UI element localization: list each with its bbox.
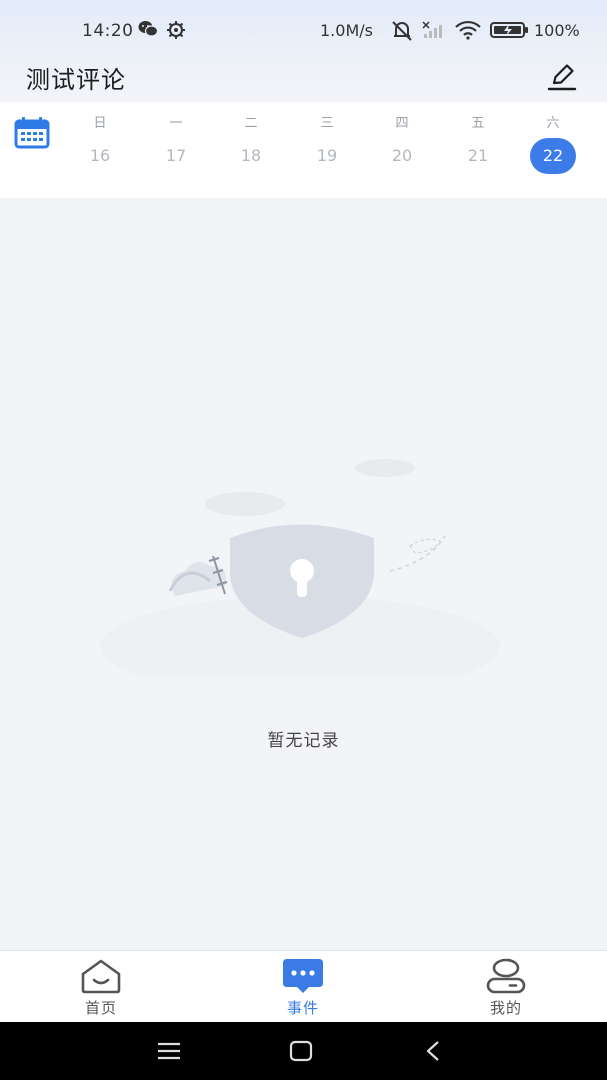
date-number: 16	[89, 146, 111, 165]
back-button[interactable]	[416, 1036, 452, 1066]
day-sunday[interactable]: 日 16	[70, 102, 130, 198]
bottom-nav: 首页 事件 我的	[0, 950, 607, 1022]
chat-bubble-icon	[281, 957, 325, 995]
date-number: 18	[240, 146, 262, 165]
day-saturday-selected[interactable]: 六 22	[523, 102, 583, 198]
battery-level: 100%	[534, 21, 580, 40]
profile-icon	[484, 957, 528, 995]
weekday-label: 五	[471, 116, 485, 131]
calendar-icon	[14, 117, 50, 149]
date-number: 19	[316, 146, 338, 165]
weekday-label: 四	[395, 116, 409, 131]
date-number-selected: 22	[530, 138, 576, 174]
status-time: 14:20	[82, 21, 134, 41]
weekday-label: 六	[546, 116, 560, 131]
event-list-area: 暂无记录	[0, 198, 607, 950]
weekday-label: 二	[244, 116, 258, 131]
pencil-edit-icon	[547, 64, 577, 91]
date-number: 20	[391, 146, 413, 165]
battery-charging-icon	[490, 20, 530, 45]
weekday-label: 三	[320, 116, 334, 131]
square-home-icon	[289, 1040, 313, 1062]
menu-button[interactable]	[151, 1036, 187, 1066]
nav-home[interactable]: 首页	[41, 951, 161, 1023]
nav-me-label: 我的	[489, 999, 522, 1017]
nav-home-label: 首页	[84, 999, 117, 1017]
empty-state-text: 暂无记录	[267, 731, 340, 751]
net-speed: 1.0M/s	[320, 21, 373, 40]
edit-button[interactable]	[544, 60, 580, 94]
day-tuesday[interactable]: 二 18	[221, 102, 281, 198]
page-title: 测试评论	[26, 66, 126, 94]
wechat-icon	[138, 20, 159, 43]
nav-me[interactable]: 我的	[446, 951, 566, 1023]
settings-gear-icon	[166, 20, 186, 45]
system-nav-bar	[0, 1022, 607, 1080]
day-friday[interactable]: 五 21	[448, 102, 508, 198]
nav-events[interactable]: 事件	[243, 951, 363, 1023]
nav-events-label: 事件	[286, 999, 319, 1017]
day-monday[interactable]: 一 17	[146, 102, 206, 198]
date-number: 17	[165, 146, 187, 165]
home-icon	[79, 957, 123, 995]
status-bar: 14:20 1.0M/s 100%	[0, 0, 607, 62]
menu-icon	[158, 1042, 180, 1060]
wifi-icon	[455, 20, 481, 45]
shield-lock-illustration	[100, 446, 510, 696]
day-thursday[interactable]: 四 20	[372, 102, 432, 198]
mute-bell-icon	[390, 20, 414, 47]
back-chevron-icon	[426, 1041, 439, 1061]
day-wednesday[interactable]: 三 19	[297, 102, 357, 198]
home-button[interactable]	[283, 1036, 319, 1066]
calendar-button[interactable]	[14, 116, 52, 152]
weekday-label: 日	[93, 116, 107, 131]
week-calendar: 日 16 一 17 二 18 三 19 四 20 五 21 六 22	[0, 102, 607, 198]
date-number: 21	[467, 146, 489, 165]
app-header: 测试评论	[0, 56, 607, 100]
weekday-label: 一	[169, 116, 183, 131]
signal-off-icon	[422, 20, 448, 45]
